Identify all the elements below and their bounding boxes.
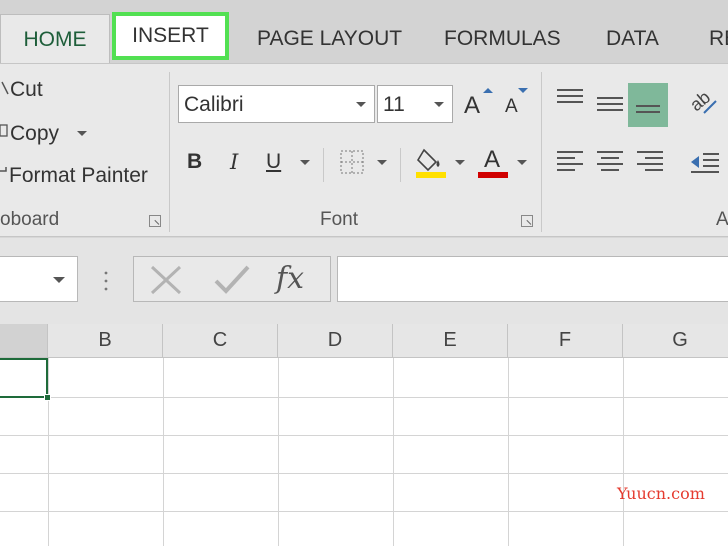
tab-review[interactable]: RE: [709, 14, 728, 64]
alignment-group-label: A: [716, 209, 728, 230]
orientation-icon[interactable]: ab: [686, 85, 720, 119]
button-divider: [400, 148, 401, 182]
fill-color-dropdown-chevron-icon[interactable]: [455, 160, 465, 165]
row-gridline: [0, 511, 728, 512]
middle-align-icon[interactable]: [597, 97, 623, 115]
name-box[interactable]: [0, 256, 78, 302]
selected-cell[interactable]: [0, 358, 48, 398]
formula-input[interactable]: [337, 256, 728, 302]
align-right-icon[interactable]: [637, 151, 663, 175]
formula-buttons: fx: [133, 256, 331, 302]
font-size-value: 11: [383, 93, 405, 116]
font-size-dropdown[interactable]: 11: [377, 85, 453, 123]
column-gridline: [163, 358, 164, 546]
tab-data[interactable]: DATA: [606, 14, 659, 64]
tab-home[interactable]: HOME: [0, 14, 110, 64]
format-painter-icon: [0, 165, 9, 185]
column-gridline: [278, 358, 279, 546]
column-header-g[interactable]: G: [623, 324, 728, 358]
borders-dropdown-chevron-icon[interactable]: [377, 160, 387, 165]
arrow-up-icon: [483, 88, 493, 93]
worksheet-grid[interactable]: B C D E F G: [0, 324, 728, 546]
decrease-indent-icon[interactable]: [689, 150, 721, 176]
copy-dropdown-chevron-icon[interactable]: [77, 131, 87, 136]
chevron-down-icon: [434, 102, 444, 107]
column-gridline: [508, 358, 509, 546]
font-color-swatch: [478, 172, 508, 178]
align-left-icon[interactable]: [557, 151, 583, 175]
column-header-a[interactable]: [0, 324, 48, 358]
fill-color-button[interactable]: [416, 146, 446, 178]
bottom-align-icon: [636, 105, 660, 117]
cut-icon: [0, 78, 10, 98]
increase-font-size-icon: A: [464, 92, 481, 119]
group-divider: [169, 72, 170, 232]
align-center-icon[interactable]: [597, 151, 623, 175]
arrow-down-icon: [518, 88, 528, 93]
font-color-dropdown-chevron-icon[interactable]: [517, 160, 527, 165]
clipboard-group-label: oboard: [0, 209, 60, 230]
bottom-align-button[interactable]: [628, 83, 668, 127]
cut-button[interactable]: Cut: [10, 78, 43, 102]
decrease-font-size-button[interactable]: A: [505, 88, 535, 120]
font-name-value: Calibri: [184, 93, 244, 116]
font-name-dropdown[interactable]: Calibri: [178, 85, 375, 123]
bold-button[interactable]: B: [187, 150, 202, 174]
formula-bar: fx: [0, 238, 728, 324]
chevron-down-icon[interactable]: [53, 277, 65, 283]
insert-function-button[interactable]: fx: [276, 261, 304, 296]
column-header-c[interactable]: C: [163, 324, 278, 358]
ribbon: Cut Copy Format Painter oboard Calibri 1…: [0, 63, 728, 237]
cancel-icon[interactable]: [150, 265, 182, 295]
enter-check-icon[interactable]: [214, 265, 250, 295]
column-header-b[interactable]: B: [48, 324, 163, 358]
copy-icon: [0, 122, 10, 142]
clipboard-dialog-launcher-icon[interactable]: [149, 215, 161, 227]
font-color-icon: A: [484, 146, 501, 173]
row-gridline: [0, 435, 728, 436]
chevron-down-icon: [356, 102, 366, 107]
borders-icon[interactable]: [340, 150, 364, 174]
underline-button[interactable]: U: [266, 150, 281, 174]
svg-text:ab: ab: [686, 87, 714, 115]
resize-handle-icon[interactable]: [104, 270, 108, 292]
top-align-icon[interactable]: [557, 89, 583, 107]
paint-bucket-icon: [416, 148, 446, 178]
ribbon-tabs: HOME INSERT PAGE LAYOUT FORMULAS DATA RE: [0, 0, 728, 64]
decrease-font-size-icon: A: [505, 96, 518, 117]
row-gridline: [0, 397, 728, 398]
column-gridline: [48, 358, 49, 546]
font-dialog-launcher-icon[interactable]: [521, 215, 533, 227]
tab-formulas[interactable]: FORMULAS: [444, 14, 561, 64]
watermark: Yuucn.com: [617, 484, 705, 503]
column-gridline: [623, 358, 624, 546]
column-header-d[interactable]: D: [278, 324, 393, 358]
font-group-label: Font: [320, 209, 359, 230]
button-divider: [323, 148, 324, 182]
column-header-f[interactable]: F: [508, 324, 623, 358]
column-gridline: [393, 358, 394, 546]
increase-font-size-button[interactable]: A: [464, 88, 494, 120]
font-color-button[interactable]: A: [478, 146, 508, 178]
format-painter-button[interactable]: Format Painter: [9, 164, 148, 188]
underline-dropdown-chevron-icon[interactable]: [300, 160, 310, 165]
group-divider: [541, 72, 542, 232]
fill-handle[interactable]: [44, 394, 51, 401]
column-header-e[interactable]: E: [393, 324, 508, 358]
italic-button[interactable]: I: [230, 150, 238, 174]
tab-page-layout[interactable]: PAGE LAYOUT: [257, 14, 402, 64]
row-gridline: [0, 473, 728, 474]
tab-insert[interactable]: INSERT: [112, 12, 229, 60]
copy-button[interactable]: Copy: [10, 122, 59, 146]
